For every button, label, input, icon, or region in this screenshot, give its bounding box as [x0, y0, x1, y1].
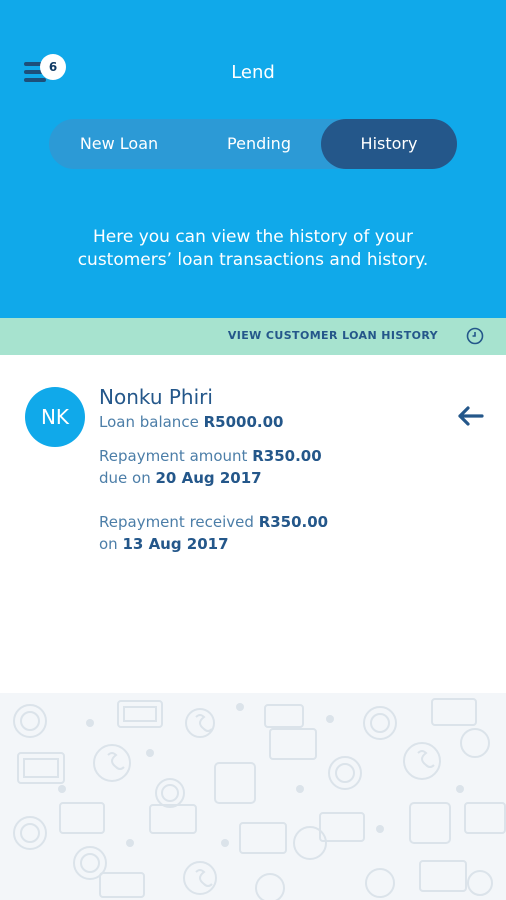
background-pattern — [0, 693, 506, 900]
customer-name: Nonku Phiri — [99, 385, 213, 409]
avatar: NK — [25, 387, 85, 447]
loan-balance-value: R5000.00 — [203, 413, 284, 431]
tab-pending[interactable]: Pending — [189, 119, 329, 169]
customer-card: NK Nonku Phiri Loan balance R5000.00 Rep… — [0, 355, 506, 693]
loan-balance: Loan balance R5000.00 — [99, 413, 284, 431]
due-date-value: 20 Aug 2017 — [155, 469, 262, 487]
received-date-value: 13 Aug 2017 — [122, 535, 229, 553]
tab-bar: New Loan Pending History — [49, 119, 457, 169]
header: 6 Lend New Loan Pending History Here you… — [0, 0, 506, 318]
intro-line-1: Here you can view the history of your — [92, 227, 414, 247]
page-title: Lend — [231, 62, 275, 83]
intro-line-2: customers’ loan transactions and history… — [77, 250, 429, 270]
back-arrow-icon[interactable] — [456, 405, 484, 427]
repayment-received: Repayment received R350.00 — [99, 513, 329, 531]
clock-icon — [466, 327, 484, 345]
repayment-received-value: R350.00 — [258, 513, 329, 531]
tab-history[interactable]: History — [321, 119, 457, 169]
repayment-amount: Repayment amount R350.00 — [99, 447, 322, 465]
tab-new-loan[interactable]: New Loan — [49, 119, 189, 169]
repayment-amount-value: R350.00 — [252, 447, 322, 465]
due-date: due on 20 Aug 2017 — [99, 469, 262, 487]
view-history-label: VIEW CUSTOMER LOAN HISTORY — [227, 329, 438, 342]
view-history-bar[interactable]: VIEW CUSTOMER LOAN HISTORY — [0, 318, 506, 355]
received-date: on 13 Aug 2017 — [99, 535, 229, 553]
money-pattern-icon — [13, 698, 506, 900]
intro-text: Here you can view the history of your cu… — [40, 226, 466, 272]
